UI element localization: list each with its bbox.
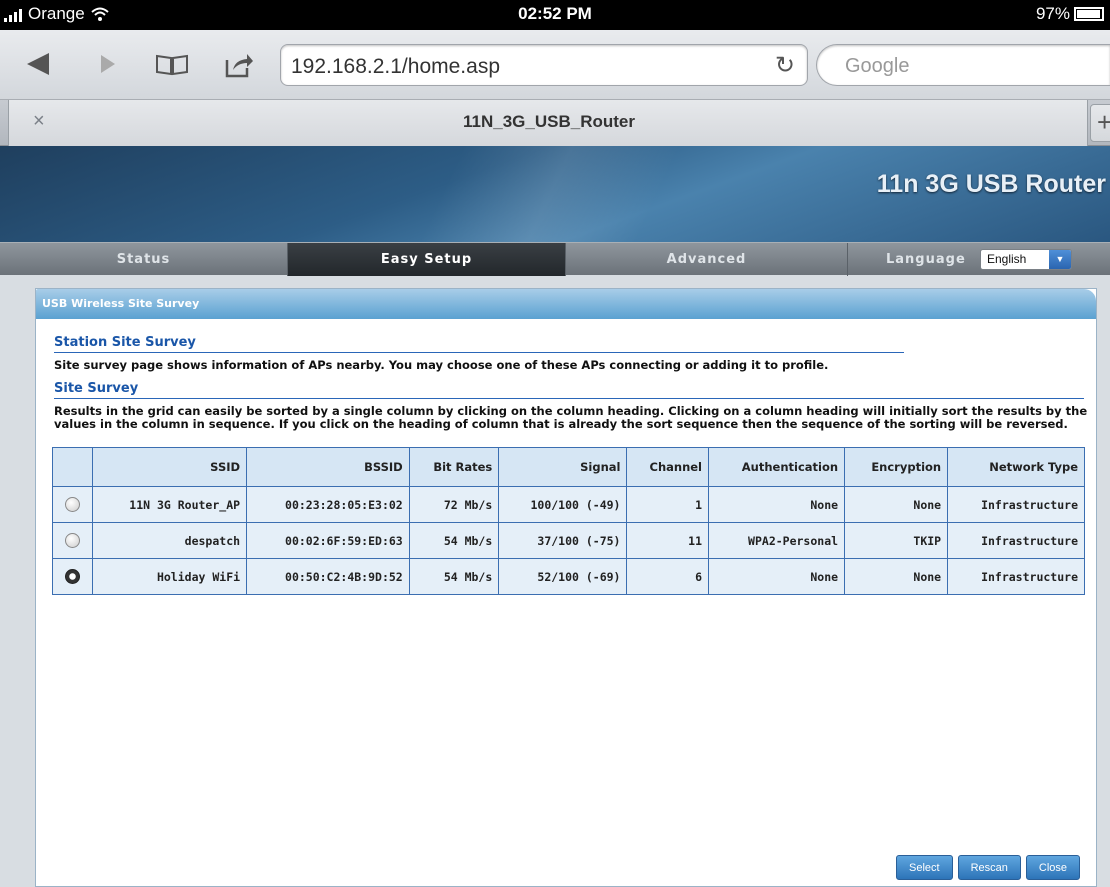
- select-button[interactable]: Select: [896, 855, 953, 880]
- signal-cell: 52/100 (-69): [498, 558, 628, 595]
- authentication-cell: None: [708, 486, 846, 523]
- back-arrow-icon: [27, 53, 49, 75]
- bssid-cell: 00:50:C2:4B:9D:52: [246, 558, 410, 595]
- column-header-encryption[interactable]: Encryption: [844, 447, 949, 487]
- table-row[interactable]: Holiday WiFi 00:50:C2:4B:9D:52 54 Mb/s 5…: [52, 558, 1085, 595]
- language-selector: Language English ▼: [848, 243, 1110, 276]
- panel-header: USB Wireless Site Survey: [36, 289, 1096, 319]
- site-survey-panel: USB Wireless Site Survey Station Site Su…: [35, 288, 1097, 887]
- forward-button[interactable]: [88, 44, 128, 84]
- radio-button[interactable]: [65, 497, 80, 512]
- column-header-ssid[interactable]: SSID: [91, 447, 248, 487]
- column-header-select: [52, 447, 93, 487]
- signal-cell: 37/100 (-75): [498, 522, 628, 559]
- ssid-cell: Holiday WiFi: [91, 558, 248, 595]
- nav-easy-setup[interactable]: Easy Setup: [288, 243, 566, 276]
- channel-cell: 11: [626, 522, 710, 559]
- authentication-cell: None: [708, 558, 846, 595]
- ssid-cell: despatch: [91, 522, 248, 559]
- bookmarks-button[interactable]: [150, 44, 194, 84]
- battery-percent: 97%: [1035, 4, 1070, 23]
- address-bar[interactable]: 192.168.2.1/home.asp ↻: [280, 44, 808, 86]
- encryption-cell: TKIP: [844, 522, 949, 559]
- router-banner: 11n 3G USB Router: [0, 146, 1110, 242]
- language-dropdown[interactable]: English ▼: [980, 249, 1072, 270]
- radio-button[interactable]: [65, 569, 80, 584]
- row-select-cell[interactable]: [52, 558, 93, 595]
- nav-advanced[interactable]: Advanced: [566, 243, 848, 276]
- bssid-cell: 00:02:6F:59:ED:63: [246, 522, 410, 559]
- site-survey-table: SSID BSSID Bit Rates Signal Channel Auth…: [52, 447, 1085, 595]
- channel-cell: 1: [626, 486, 710, 523]
- site-survey-description: Results in the grid can easily be sorted…: [54, 404, 1088, 431]
- encryption-cell: None: [844, 558, 949, 595]
- action-buttons: Select Rescan Close: [896, 855, 1080, 880]
- close-button[interactable]: Close: [1025, 855, 1080, 880]
- battery-info: 97%: [1036, 4, 1104, 24]
- forward-arrow-icon: [101, 55, 115, 73]
- main-nav: Status Easy Setup Advanced Language Engl…: [0, 242, 1110, 276]
- share-button[interactable]: [216, 44, 260, 84]
- language-value: English: [987, 252, 1027, 266]
- ios-status-bar: Orange 02:52 PM 97%: [0, 0, 1110, 30]
- language-label: Language: [886, 252, 966, 267]
- signal-cell: 100/100 (-49): [498, 486, 628, 523]
- bssid-cell: 00:23:28:05:E3:02: [246, 486, 410, 523]
- authentication-cell: WPA2-Personal: [708, 522, 846, 559]
- bit-rate-cell: 72 Mb/s: [408, 486, 500, 523]
- back-button[interactable]: [18, 44, 58, 84]
- section-divider: [54, 398, 1084, 399]
- search-placeholder: Google: [845, 55, 910, 77]
- clock: 02:52 PM: [518, 4, 592, 23]
- browser-tab-bar: × 11N_3G_USB_Router +: [0, 100, 1110, 146]
- column-header-authentication[interactable]: Authentication: [708, 447, 846, 487]
- bit-rate-cell: 54 Mb/s: [408, 558, 500, 595]
- channel-cell: 6: [626, 558, 710, 595]
- search-field[interactable]: Google: [816, 44, 1110, 86]
- browser-toolbar: 192.168.2.1/home.asp ↻ Google: [0, 30, 1110, 100]
- browser-tab[interactable]: × 11N_3G_USB_Router: [8, 100, 1088, 146]
- column-header-signal[interactable]: Signal: [498, 447, 628, 487]
- column-header-network-type[interactable]: Network Type: [947, 447, 1085, 487]
- banner-title: 11n 3G USB Router: [876, 170, 1106, 198]
- new-tab-button[interactable]: +: [1090, 104, 1110, 142]
- site-survey-title: Site Survey: [54, 381, 139, 396]
- table-row[interactable]: despatch 00:02:6F:59:ED:63 54 Mb/s 37/10…: [52, 522, 1085, 559]
- station-survey-title: Station Site Survey: [54, 335, 196, 350]
- column-header-bssid[interactable]: BSSID: [246, 447, 410, 487]
- reload-icon[interactable]: ↻: [775, 51, 795, 80]
- network-type-cell: Infrastructure: [947, 486, 1085, 523]
- column-header-channel[interactable]: Channel: [626, 447, 710, 487]
- column-header-bit-rates[interactable]: Bit Rates: [408, 447, 500, 487]
- table-row[interactable]: 11N 3G Router_AP 00:23:28:05:E3:02 72 Mb…: [52, 486, 1085, 523]
- ssid-cell: 11N 3G Router_AP: [91, 486, 248, 523]
- row-select-cell[interactable]: [52, 486, 93, 523]
- rescan-button[interactable]: Rescan: [957, 855, 1021, 880]
- battery-icon: [1074, 7, 1104, 21]
- panel-title: USB Wireless Site Survey: [42, 297, 200, 310]
- bit-rate-cell: 54 Mb/s: [408, 522, 500, 559]
- router-page: 11n 3G USB Router Status Easy Setup Adva…: [0, 146, 1110, 887]
- encryption-cell: None: [844, 486, 949, 523]
- chevron-down-icon: ▼: [1049, 250, 1071, 269]
- network-type-cell: Infrastructure: [947, 522, 1085, 559]
- station-survey-description: Site survey page shows information of AP…: [54, 358, 829, 372]
- network-type-cell: Infrastructure: [947, 558, 1085, 595]
- nav-status[interactable]: Status: [0, 243, 288, 276]
- section-divider: [54, 352, 904, 353]
- row-select-cell[interactable]: [52, 522, 93, 559]
- url-text: 192.168.2.1/home.asp: [291, 55, 500, 78]
- tab-title: 11N_3G_USB_Router: [463, 112, 635, 131]
- table-header-row: SSID BSSID Bit Rates Signal Channel Auth…: [52, 447, 1085, 487]
- share-icon: [225, 54, 253, 78]
- book-icon: [156, 54, 188, 76]
- radio-button[interactable]: [65, 533, 80, 548]
